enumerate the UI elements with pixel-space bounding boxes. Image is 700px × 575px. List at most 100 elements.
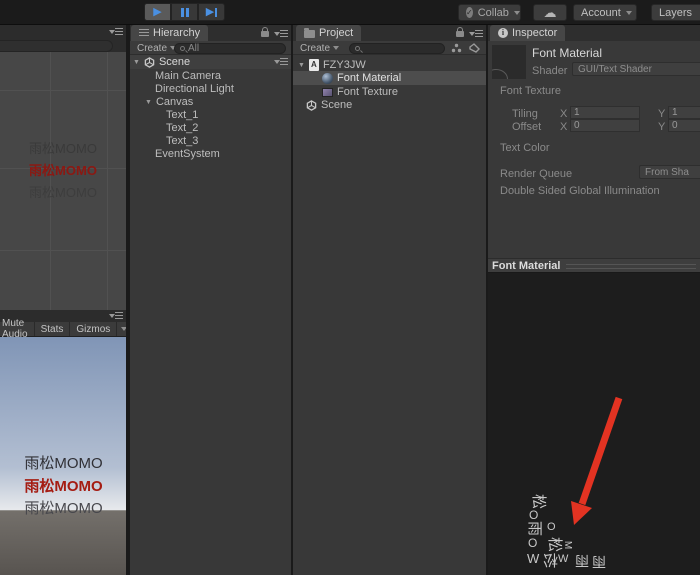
tree-row-canvas[interactable]: ▼ Canvas xyxy=(130,95,291,109)
scene-viewport[interactable]: 雨松MOMO 雨松MOMO 雨松MOMO xyxy=(0,52,126,310)
grid-line xyxy=(0,90,126,91)
foldout-icon[interactable]: ▼ xyxy=(145,99,152,106)
shader-dropdown[interactable]: GUI/Text Shader xyxy=(572,62,700,76)
foldout-icon[interactable]: ▼ xyxy=(133,59,140,66)
project-create-button[interactable]: Create xyxy=(296,42,343,54)
filter-by-type-icon[interactable] xyxy=(451,43,462,53)
tree-row-directional-light[interactable]: Directional Light xyxy=(130,82,291,96)
scene-view-toolbar xyxy=(0,39,126,52)
tree-row-text-3[interactable]: Text_3 xyxy=(130,134,291,148)
gizmos-dropdown[interactable]: Gizmos xyxy=(70,322,117,336)
tiling-x-field[interactable] xyxy=(570,106,640,119)
render-queue-dropdown[interactable]: From Sha xyxy=(639,165,700,179)
offset-y-field[interactable] xyxy=(668,119,700,132)
hierarchy-panel-menu-icon[interactable] xyxy=(274,29,288,39)
mute-audio-button[interactable]: Mute Audio xyxy=(0,322,35,336)
account-label: Account xyxy=(581,7,621,19)
tree-row-label: Font Texture xyxy=(337,86,398,98)
tab-inspector[interactable]: i Inspector xyxy=(490,25,565,41)
play-icon: ▶ xyxy=(153,7,161,18)
scene-row-menu-icon[interactable] xyxy=(274,57,288,67)
tree-row-font-material[interactable]: Font Material xyxy=(293,71,486,85)
tab-project[interactable]: Project xyxy=(296,25,361,41)
tiling-y-label: Y xyxy=(658,108,665,120)
tiling-y-field[interactable] xyxy=(668,106,700,119)
lock-icon[interactable] xyxy=(456,31,464,37)
font-asset-icon: A xyxy=(309,59,319,71)
stats-label: Stats xyxy=(41,324,64,335)
layers-dropdown[interactable]: Layers xyxy=(651,4,700,21)
scene-text-3: 雨松MOMO xyxy=(0,182,126,201)
search-filter-label: All xyxy=(188,43,199,54)
game-viewport[interactable]: 雨松MOMO 雨松MOMO 雨松MOMO xyxy=(0,337,126,575)
inspector-tab-strip: i Inspector xyxy=(488,25,700,41)
create-label: Create xyxy=(137,43,167,54)
drag-handle[interactable] xyxy=(566,264,696,269)
stats-button[interactable]: Stats xyxy=(35,322,71,336)
material-preview-area[interactable]: 松 O 雨 O O 松 M W 松 W 雨 雨 xyxy=(488,273,700,575)
tree-row-text-2[interactable]: Text_2 xyxy=(130,121,291,135)
tree-row-label: FZY3JW xyxy=(323,59,366,71)
hierarchy-search-input[interactable]: All xyxy=(174,43,286,54)
collab-check-icon: ✓ xyxy=(466,7,473,18)
material-preview-header[interactable]: Font Material xyxy=(488,258,700,273)
shader-label: Shader xyxy=(532,65,567,77)
pause-button[interactable] xyxy=(171,3,198,21)
play-button[interactable]: ▶ xyxy=(144,3,171,21)
render-queue-label: Render Queue xyxy=(500,168,572,180)
main-toolbar: ▶ ▶ ✓ Collab ☁ Account Layers xyxy=(0,0,700,25)
offset-x-label: X xyxy=(560,121,567,133)
project-toolbar: Create xyxy=(293,41,486,55)
offset-y-label: Y xyxy=(658,121,665,133)
tree-row-label: Directional Light xyxy=(155,83,234,95)
project-panel: Project Create ▼ A FZY3JW Font Material xyxy=(293,25,486,575)
collab-button[interactable]: ✓ Collab xyxy=(458,4,521,21)
scene-text-1: 雨松MOMO xyxy=(0,138,126,157)
create-label: Create xyxy=(300,43,330,54)
hierarchy-create-button[interactable]: Create xyxy=(133,42,180,54)
cloud-icon: ☁ xyxy=(544,6,557,19)
red-annotation-arrow xyxy=(488,273,700,575)
project-search-input[interactable] xyxy=(349,43,445,54)
preview-title: Font Material xyxy=(492,260,560,272)
cloud-services-button[interactable]: ☁ xyxy=(533,4,567,21)
chevron-down-icon xyxy=(514,11,520,15)
tree-row-main-camera[interactable]: Main Camera xyxy=(130,69,291,83)
gizmos-label: Gizmos xyxy=(76,324,110,335)
tiling-x-label: X xyxy=(560,108,567,120)
offset-label: Offset xyxy=(512,121,541,133)
grid-line xyxy=(0,250,126,251)
tree-row-scene-asset[interactable]: Scene xyxy=(293,98,486,112)
tree-row-font-texture[interactable]: Font Texture xyxy=(293,85,486,99)
inspector-tab-label: Inspector xyxy=(512,27,557,39)
hierarchy-list-icon xyxy=(139,29,149,37)
foldout-icon[interactable]: ▼ xyxy=(298,62,305,69)
scene-panel-menu-icon[interactable] xyxy=(109,27,123,37)
filter-by-label-icon[interactable] xyxy=(469,43,480,53)
project-panel-menu-icon[interactable] xyxy=(469,29,483,39)
tree-row-eventsystem[interactable]: EventSystem xyxy=(130,147,291,161)
tree-row-label: Main Camera xyxy=(155,70,221,82)
game-panel-menu-icon[interactable] xyxy=(109,311,123,321)
tree-row-label: Scene xyxy=(159,56,190,68)
tab-hierarchy[interactable]: Hierarchy xyxy=(131,25,208,41)
search-icon xyxy=(180,46,185,51)
lock-icon[interactable] xyxy=(261,31,269,37)
material-name: Font Material xyxy=(532,46,602,60)
search-icon xyxy=(355,46,360,51)
scene-search-field[interactable] xyxy=(0,40,113,52)
tree-row-fzy3jw[interactable]: ▼ A FZY3JW xyxy=(293,58,486,72)
tree-row-label: Text_1 xyxy=(166,109,198,121)
offset-x-field[interactable] xyxy=(570,119,640,132)
step-button[interactable]: ▶ xyxy=(198,3,225,21)
unity-logo-icon xyxy=(144,57,155,68)
tree-row-text-1[interactable]: Text_1 xyxy=(130,108,291,122)
text-color-label: Text Color xyxy=(500,142,550,154)
chevron-down-icon xyxy=(333,46,339,50)
tree-row-scene[interactable]: ▼ Scene xyxy=(130,55,291,69)
material-sphere-icon xyxy=(322,73,333,84)
hierarchy-tab-strip: Hierarchy xyxy=(130,25,291,41)
account-dropdown[interactable]: Account xyxy=(573,4,637,21)
game-text-3: 雨松MOMO xyxy=(0,497,127,518)
tree-row-label: Canvas xyxy=(156,96,193,108)
